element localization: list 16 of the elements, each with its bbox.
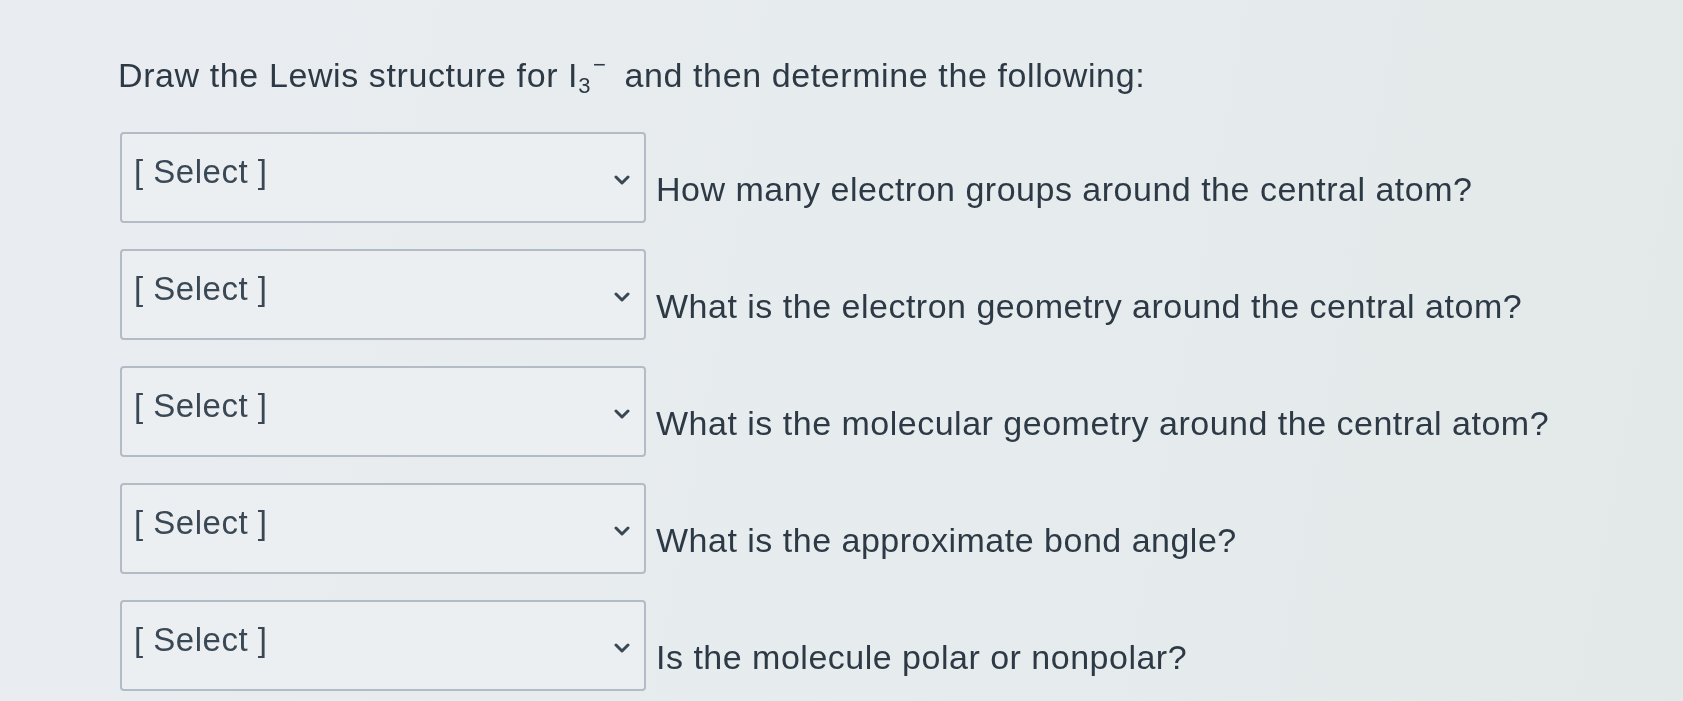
question-text: What is the approximate bond angle?: [656, 519, 1237, 561]
answer-dropdown[interactable]: [ Select ]: [120, 366, 646, 457]
answer-dropdown[interactable]: [ Select ]: [120, 249, 646, 340]
question-text: What is the molecular geometry around the central atom?: [656, 402, 1550, 444]
chevron-down-icon: [614, 175, 630, 185]
chevron-down-icon: [614, 526, 630, 536]
question-prompt: Draw the Lewis structure for I$_{3}$$^{−}$ and then determine the following:: [118, 54, 1146, 96]
chevron-down-icon: [614, 409, 630, 419]
answer-dropdown[interactable]: [ Select ]: [120, 600, 646, 691]
chevron-down-icon: [614, 643, 630, 653]
answer-dropdown[interactable]: [ Select ]: [120, 132, 646, 223]
chevron-down-icon: [614, 292, 630, 302]
question-text: What is the electron geometry around the central atom?: [656, 285, 1523, 327]
question-text: How many electron groups around the central atom?: [656, 168, 1473, 210]
question-text: Is the molecule polar or nonpolar?: [656, 636, 1188, 678]
answer-dropdown[interactable]: [ Select ]: [120, 483, 646, 574]
